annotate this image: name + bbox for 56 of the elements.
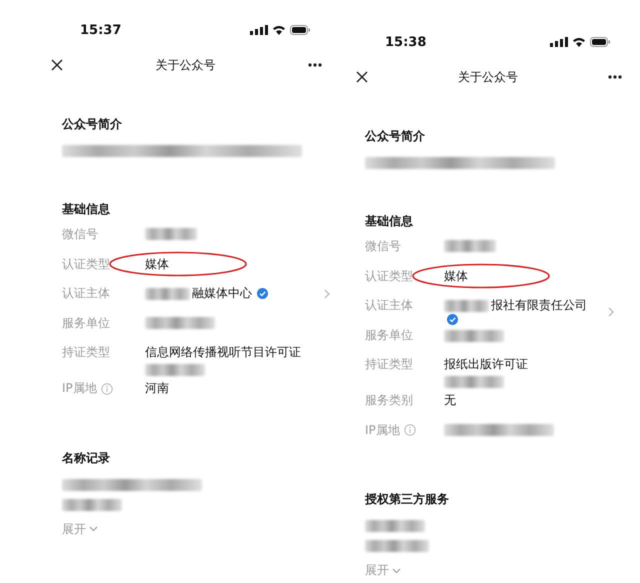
field-value: 河南 <box>145 380 169 397</box>
blurred-text <box>365 540 429 552</box>
field-label: 服务单位 <box>365 326 413 344</box>
field-value: 无 <box>444 392 456 409</box>
expand-link[interactable]: 展开 <box>365 562 401 579</box>
field-label: 认证类型 <box>365 268 413 284</box>
blurred-text <box>444 376 504 388</box>
blurred-text <box>145 316 215 328</box>
chevron-down-icon <box>392 568 401 574</box>
section-title: 授权第三方服务 <box>365 491 450 507</box>
field-value: 媒体 <box>444 268 468 284</box>
blurred-text <box>145 288 190 300</box>
section-title: 基础信息 <box>62 201 111 217</box>
field-label: 服务单位 <box>62 314 110 332</box>
chevron-down-icon <box>89 526 98 532</box>
blurred-text <box>444 330 504 342</box>
more-icon[interactable] <box>608 75 622 79</box>
status-time: 15:37 <box>80 22 122 38</box>
wifi-icon <box>572 37 586 47</box>
wifi-icon <box>272 25 286 35</box>
blurred-text <box>145 228 197 240</box>
battery-icon <box>590 37 610 47</box>
field-value: 融媒体中心 <box>192 285 252 302</box>
blurred-text <box>145 364 205 376</box>
field-label: 服务类别 <box>365 392 413 409</box>
section-title: 公众号简介 <box>365 128 426 144</box>
field-value: 报纸出版许可证 <box>444 356 528 373</box>
field-value: 报社有限责任公司 <box>491 297 587 314</box>
field-label: 认证类型 <box>62 256 110 272</box>
close-icon[interactable] <box>356 71 368 83</box>
battery-icon <box>290 25 310 35</box>
more-icon[interactable] <box>308 63 322 67</box>
signal-icon <box>250 25 268 35</box>
section-title: 基础信息 <box>365 213 414 229</box>
field-label: 认证主体 <box>62 285 110 302</box>
blurred-text <box>444 300 489 312</box>
field-label: 持证类型 <box>62 344 110 361</box>
section-title: 公众号简介 <box>62 116 123 132</box>
status-time: 15:38 <box>385 34 426 50</box>
section-title: 名称记录 <box>62 450 111 466</box>
field-label: 微信号 <box>62 226 98 243</box>
field-label: 持证类型 <box>365 356 413 373</box>
field-label: IP属地 <box>62 380 97 397</box>
field-value: 媒体 <box>145 256 169 272</box>
blurred-text <box>62 498 122 510</box>
page-title: 关于公众号 <box>156 56 216 74</box>
blurred-text <box>365 520 425 532</box>
field-label: 微信号 <box>365 238 401 255</box>
field-label: 认证主体 <box>365 297 413 314</box>
close-icon[interactable] <box>51 59 63 71</box>
field-label: IP属地 <box>365 422 400 438</box>
page-title: 关于公众号 <box>458 68 518 86</box>
expand-link[interactable]: 展开 <box>62 520 98 538</box>
blurred-text <box>444 240 496 252</box>
field-value: 信息网络传播视听节目许可证 <box>145 344 301 361</box>
signal-icon <box>550 37 568 47</box>
